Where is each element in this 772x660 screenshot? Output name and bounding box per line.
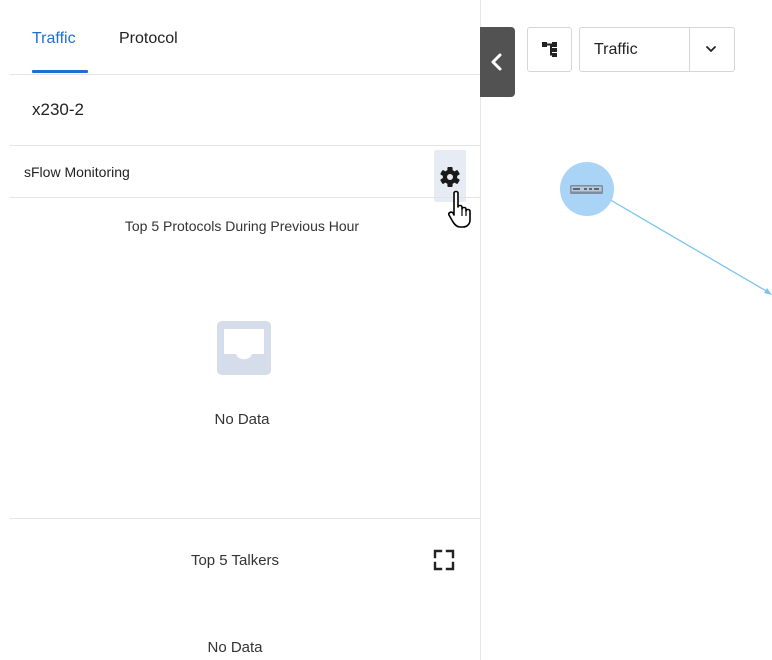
no-data-label: No Data (207, 639, 263, 656)
layer-select-value: Traffic (594, 41, 638, 58)
tab-traffic[interactable]: Traffic (32, 30, 76, 48)
divider (10, 145, 480, 146)
expand-icon[interactable] (433, 549, 455, 571)
chevron-left-icon (491, 53, 502, 71)
protocols-chart-title: Top 5 Protocols During Previous Hour (124, 218, 360, 234)
layer-select[interactable]: Traffic (579, 27, 735, 72)
inbox-icon (217, 321, 271, 375)
link-arrow (764, 288, 772, 295)
tab-bar: Traffic Protocol (10, 0, 480, 75)
tab-protocol[interactable]: Protocol (119, 30, 178, 48)
topology-map (560, 162, 772, 295)
divider (10, 197, 480, 198)
details-panel: Traffic Protocol x230-2 sFlow Monitoring… (0, 0, 481, 660)
select-divider (689, 28, 690, 71)
network-link (606, 197, 769, 293)
section-title: sFlow Monitoring (24, 164, 130, 180)
device-name: x230-2 (32, 100, 84, 119)
device-node (560, 162, 614, 216)
hand-cursor-icon (448, 190, 471, 228)
no-data-label: No Data (214, 411, 270, 428)
collapse-panel-button[interactable] (480, 27, 515, 97)
tree-icon (542, 42, 557, 57)
talkers-chart-title: Top 5 Talkers (190, 552, 280, 569)
divider (10, 518, 480, 519)
chevron-down-icon (706, 46, 716, 52)
active-tab-indicator (32, 70, 88, 73)
switch-icon (570, 185, 603, 194)
topology-tree-button[interactable] (527, 27, 572, 72)
